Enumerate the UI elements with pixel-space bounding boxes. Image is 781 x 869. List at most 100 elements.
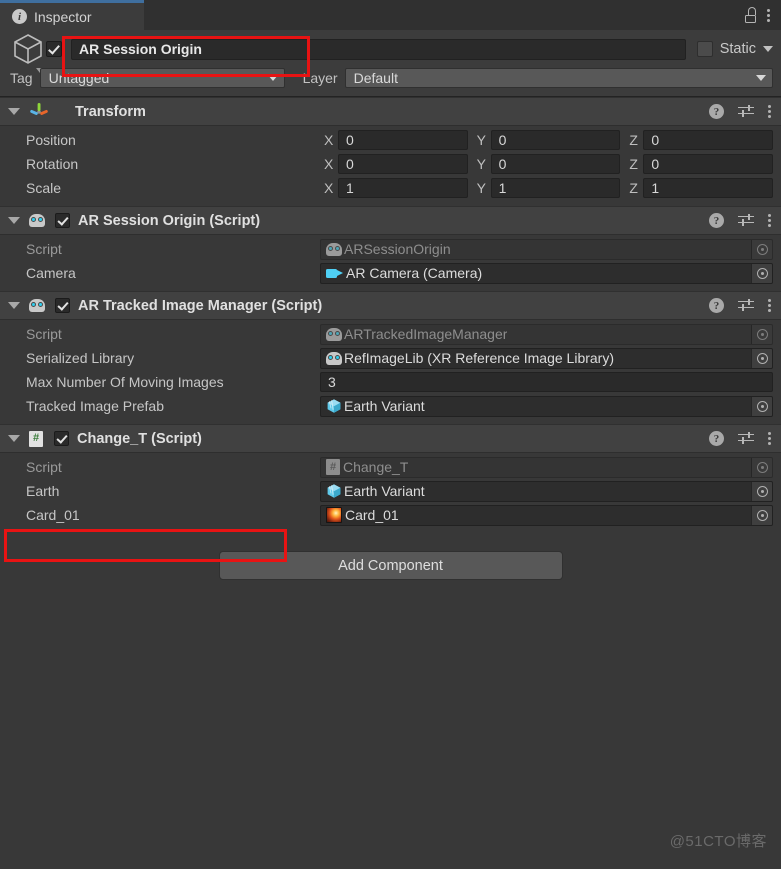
object-picker-button (751, 324, 772, 344)
help-icon[interactable]: ? (709, 104, 724, 119)
transform-gizmo-icon (29, 101, 49, 122)
object-picker-button[interactable] (751, 396, 772, 416)
preset-settings-icon[interactable] (738, 431, 754, 446)
unity-script-robot-icon (326, 242, 342, 257)
row-label: Tracked Image Prefab (26, 398, 164, 414)
gameobject-name-input[interactable]: AR Session Origin (71, 38, 686, 60)
static-checkbox[interactable] (696, 41, 713, 57)
transform-row-scale: Scale X 1 Y 1 Z 1 (0, 177, 781, 199)
script-object-field: ARTrackedImageManager (320, 323, 773, 345)
earth-object-field[interactable]: Earth Variant (320, 480, 773, 502)
script-object-value: ARTrackedImageManager (344, 326, 508, 342)
help-icon[interactable]: ? (709, 431, 724, 446)
tab-inspector-label: Inspector (34, 8, 92, 25)
row-label: Card_01 (26, 507, 80, 523)
position-z-input[interactable]: 0 (643, 130, 774, 150)
component-body-ar-tracked-image-manager: Script ARTrackedImageManager Serialized … (0, 320, 781, 424)
field-row-camera: Camera AR Camera (Camera) (0, 262, 781, 284)
preset-settings-icon[interactable] (738, 104, 754, 119)
max-moving-images-input[interactable]: 3 (320, 372, 773, 392)
gameobject-enabled-checkbox[interactable] (46, 41, 62, 57)
unity-script-robot-icon (326, 327, 342, 342)
watermark-text: @51CTO博客 (669, 833, 767, 850)
axis-label-y: Y (476, 180, 487, 196)
rotation-y-input[interactable]: 0 (490, 154, 621, 174)
serialized-library-object-field[interactable]: RefImageLib (XR Reference Image Library) (320, 347, 773, 369)
preset-settings-icon[interactable] (738, 213, 754, 228)
axis-label-x: X (324, 180, 334, 196)
row-label: Serialized Library (26, 350, 135, 366)
tab-inspector[interactable]: i Inspector (0, 0, 144, 30)
field-row-earth: Earth Earth Variant (0, 480, 781, 502)
inspector-window: i Inspector AR Session Origin Static Tag… (0, 0, 781, 869)
scale-y-input[interactable]: 1 (490, 178, 621, 198)
axis-label-z: Z (629, 132, 638, 148)
position-x-input[interactable]: 0 (338, 130, 468, 150)
card-01-object-field[interactable]: Card_01 (320, 504, 773, 526)
scale-z-input[interactable]: 1 (643, 178, 774, 198)
row-label: Script (26, 326, 62, 342)
camera-object-value: AR Camera (Camera) (346, 265, 483, 281)
preset-settings-icon[interactable] (738, 298, 754, 313)
kebab-menu-icon[interactable] (767, 8, 770, 22)
component-header-change-t[interactable]: # Change_T (Script) ? (0, 424, 781, 453)
tag-label: Tag (10, 70, 33, 86)
component-enabled-checkbox[interactable] (55, 213, 70, 228)
scale-x-input[interactable]: 1 (338, 178, 468, 198)
add-component-button[interactable]: Add Component (218, 551, 563, 580)
add-component-label: Add Component (338, 557, 443, 574)
foldout-arrow-icon[interactable] (8, 108, 20, 115)
component-body-ar-session-origin: Script ARSessionOrigin Camera AR Camera … (0, 235, 781, 291)
kebab-menu-icon[interactable] (768, 432, 771, 445)
help-icon[interactable]: ? (709, 298, 724, 313)
earth-object-value: Earth Variant (344, 483, 425, 499)
help-icon[interactable]: ? (709, 213, 724, 228)
object-picker-button[interactable] (751, 481, 772, 501)
camera-object-field[interactable]: AR Camera (Camera) (320, 262, 773, 284)
axis-label-x: X (324, 132, 334, 148)
tag-dropdown[interactable]: Untagged (39, 68, 285, 88)
object-picker-button (751, 239, 772, 259)
kebab-menu-icon[interactable] (768, 214, 771, 227)
foldout-arrow-icon[interactable] (8, 302, 20, 309)
field-row-max-moving-images: Max Number Of Moving Images 3 (0, 371, 781, 393)
position-y-value: 0 (498, 132, 507, 148)
component-body-change-t: Script # Change_T Earth Earth Variant Ca… (0, 453, 781, 533)
component-header-ar-session-origin[interactable]: AR Session Origin (Script) ? (0, 206, 781, 235)
row-label: Rotation (26, 156, 79, 172)
position-y-input[interactable]: 0 (490, 130, 621, 150)
axis-label-z: Z (629, 180, 638, 196)
layer-dropdown[interactable]: Default (344, 68, 773, 88)
window-tabbar: i Inspector (0, 0, 781, 30)
row-label: Earth (26, 483, 60, 499)
rotation-x-input[interactable]: 0 (338, 154, 468, 174)
csharp-script-icon: # (29, 430, 43, 447)
foldout-arrow-icon[interactable] (8, 435, 20, 442)
tabbar-actions (744, 0, 781, 30)
position-z-value: 0 (651, 132, 660, 148)
row-label: Scale (26, 180, 62, 196)
field-row-script: Script ARTrackedImageManager (0, 323, 781, 345)
rotation-z-input[interactable]: 0 (643, 154, 774, 174)
kebab-menu-icon[interactable] (768, 299, 771, 312)
component-enabled-checkbox[interactable] (55, 298, 70, 313)
component-header-transform[interactable]: Transform ? (0, 97, 781, 126)
scale-y-value: 1 (498, 180, 507, 196)
kebab-menu-icon[interactable] (768, 105, 771, 118)
unity-script-robot-icon (326, 351, 342, 366)
static-dropdown-caret-icon[interactable] (763, 46, 773, 52)
object-picker-button[interactable] (751, 505, 772, 525)
component-enabled-checkbox[interactable] (54, 431, 69, 446)
unity-script-robot-icon (29, 298, 45, 313)
tracked-image-prefab-object-field[interactable]: Earth Variant (320, 395, 773, 417)
axis-label-x: X (324, 156, 334, 172)
foldout-arrow-icon[interactable] (8, 217, 20, 224)
tracked-image-prefab-value: Earth Variant (344, 398, 425, 414)
lock-icon[interactable] (744, 7, 758, 23)
field-row-script: Script # Change_T (0, 456, 781, 478)
component-title-change-t: Change_T (Script) (77, 430, 202, 447)
component-header-ar-tracked-image-manager[interactable]: AR Tracked Image Manager (Script) ? (0, 291, 781, 320)
object-picker-button[interactable] (751, 348, 772, 368)
scale-z-value: 1 (651, 180, 660, 196)
object-picker-button[interactable] (751, 263, 772, 283)
